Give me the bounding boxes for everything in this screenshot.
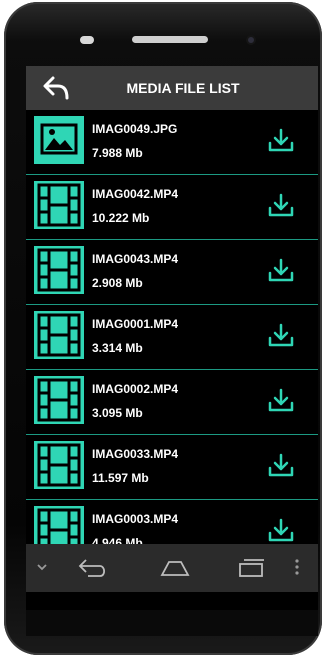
chevron-down-icon[interactable] — [36, 562, 48, 572]
phone-bottom-bezel — [26, 610, 318, 636]
download-icon[interactable] — [266, 386, 296, 416]
file-name: IMAG0043.MP4 — [92, 252, 179, 266]
file-size: 3.095 Mb — [92, 406, 143, 420]
film-icon — [34, 181, 84, 229]
file-size: 2.908 Mb — [92, 276, 143, 290]
file-size: 11.597 Mb — [92, 471, 149, 485]
file-size: 7.988 Mb — [92, 146, 143, 160]
download-icon[interactable] — [266, 321, 296, 351]
recent-apps-icon[interactable] — [234, 556, 268, 580]
file-name: IMAG0002.MP4 — [92, 382, 179, 396]
file-size: 3.314 Mb — [92, 341, 143, 355]
system-nav-bar — [26, 544, 318, 592]
download-icon[interactable] — [266, 126, 296, 156]
file-row[interactable]: IMAG0001.MP4 3.314 Mb — [26, 305, 318, 370]
download-icon[interactable] — [266, 256, 296, 286]
file-row[interactable]: IMAG0049.JPG 7.988 Mb — [26, 110, 318, 175]
back-nav-icon[interactable] — [76, 556, 110, 580]
file-row[interactable]: IMAG0033.MP4 11.597 Mb — [26, 435, 318, 500]
download-icon[interactable] — [266, 516, 296, 546]
file-name: IMAG0033.MP4 — [92, 447, 179, 461]
file-name: IMAG0049.JPG — [92, 122, 178, 136]
media-file-list: IMAG0049.JPG 7.988 Mb IMAG0042.MP4 10.22… — [26, 110, 318, 565]
file-name: IMAG0003.MP4 — [92, 512, 179, 526]
screen: MEDIA FILE LIST IMAG0049.JPG 7.988 Mb IM… — [26, 66, 318, 610]
file-row[interactable]: IMAG0043.MP4 2.908 Mb — [26, 240, 318, 305]
file-name: IMAG0042.MP4 — [92, 187, 179, 201]
image-icon — [34, 116, 84, 164]
earpiece-speaker — [132, 36, 208, 43]
front-camera — [248, 37, 254, 43]
app-header: MEDIA FILE LIST — [26, 66, 318, 110]
file-row[interactable]: IMAG0002.MP4 3.095 Mb — [26, 370, 318, 435]
file-name: IMAG0001.MP4 — [92, 317, 179, 331]
download-icon[interactable] — [266, 191, 296, 221]
download-icon[interactable] — [266, 451, 296, 481]
home-nav-icon[interactable] — [158, 556, 192, 580]
film-icon — [34, 376, 84, 424]
file-size: 10.222 Mb — [92, 211, 150, 225]
file-row[interactable]: IMAG0042.MP4 10.222 Mb — [26, 175, 318, 240]
film-icon — [34, 441, 84, 489]
sensor — [80, 36, 94, 44]
overflow-menu-icon[interactable] — [294, 558, 300, 576]
film-icon — [34, 246, 84, 294]
back-arrow-icon[interactable] — [42, 75, 72, 101]
film-icon — [34, 311, 84, 359]
